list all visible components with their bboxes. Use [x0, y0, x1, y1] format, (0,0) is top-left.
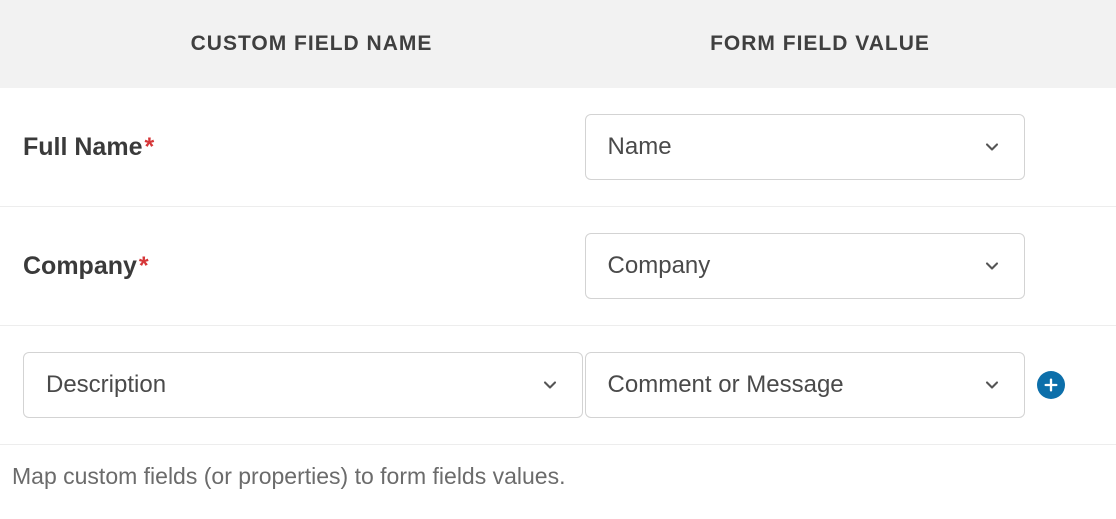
chevron-down-icon [540, 375, 560, 395]
add-row-button[interactable] [1037, 371, 1065, 399]
required-asterisk: * [144, 133, 154, 162]
help-text: Map custom fields (or properties) to for… [0, 445, 1116, 512]
header-form-field-value: FORM FIELD VALUE [600, 32, 1040, 56]
field-label-full-name: Full Name [23, 133, 142, 162]
field-label-cell: Full Name * [23, 133, 585, 162]
custom-field-select[interactable]: Description [23, 352, 583, 418]
table-header: CUSTOM FIELD NAME FORM FIELD VALUE [0, 0, 1116, 88]
form-field-select-full-name[interactable]: Name [585, 114, 1025, 180]
mapping-row: Full Name * Name [0, 88, 1116, 207]
chevron-down-icon [982, 256, 1002, 276]
required-asterisk: * [139, 252, 149, 281]
select-value: Name [608, 133, 672, 161]
field-label-company: Company [23, 252, 137, 281]
header-custom-field-name: CUSTOM FIELD NAME [0, 32, 600, 56]
form-field-select-company[interactable]: Company [585, 233, 1025, 299]
select-value: Company [608, 252, 711, 280]
select-value: Description [46, 371, 166, 399]
chevron-down-icon [982, 137, 1002, 157]
field-label-cell: Company * [23, 252, 585, 281]
field-mapping-panel: CUSTOM FIELD NAME FORM FIELD VALUE Full … [0, 0, 1116, 512]
select-value: Comment or Message [608, 371, 844, 399]
form-field-select-custom[interactable]: Comment or Message [585, 352, 1025, 418]
plus-icon [1043, 377, 1059, 393]
mapping-row: Company * Company [0, 207, 1116, 326]
mapping-row-custom: Description Comment or Message [0, 326, 1116, 445]
chevron-down-icon [982, 375, 1002, 395]
